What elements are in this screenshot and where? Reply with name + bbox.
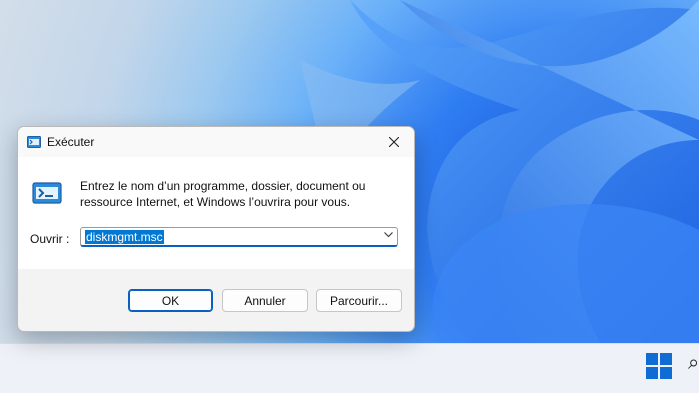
run-icon	[32, 182, 62, 204]
taskbar	[0, 343, 699, 393]
open-combobox[interactable]: diskmgmt.msc	[80, 227, 398, 247]
windows-logo-icon	[646, 353, 658, 365]
run-dialog: Exécuter Entrez le nom d’un programme, d…	[17, 126, 415, 332]
search-icon[interactable]: ⌕	[688, 352, 699, 375]
chevron-down-icon[interactable]	[384, 232, 393, 238]
ok-button[interactable]: OK	[128, 289, 213, 312]
button-row: OK Annuler Parcourir...	[18, 269, 414, 331]
close-icon	[389, 137, 399, 147]
cancel-button[interactable]: Annuler	[222, 289, 308, 312]
close-button[interactable]	[374, 127, 414, 157]
start-button[interactable]	[646, 353, 672, 379]
dialog-description: Entrez le nom d’un programme, dossier, d…	[80, 179, 366, 209]
open-label: Ouvrir :	[30, 232, 70, 246]
open-input-value[interactable]: diskmgmt.msc	[85, 230, 164, 244]
browse-button[interactable]: Parcourir...	[316, 289, 402, 312]
titlebar: Exécuter	[18, 127, 414, 157]
run-icon	[27, 136, 41, 148]
dialog-content: Entrez le nom d’un programme, dossier, d…	[18, 157, 414, 269]
dialog-title: Exécuter	[47, 135, 95, 149]
